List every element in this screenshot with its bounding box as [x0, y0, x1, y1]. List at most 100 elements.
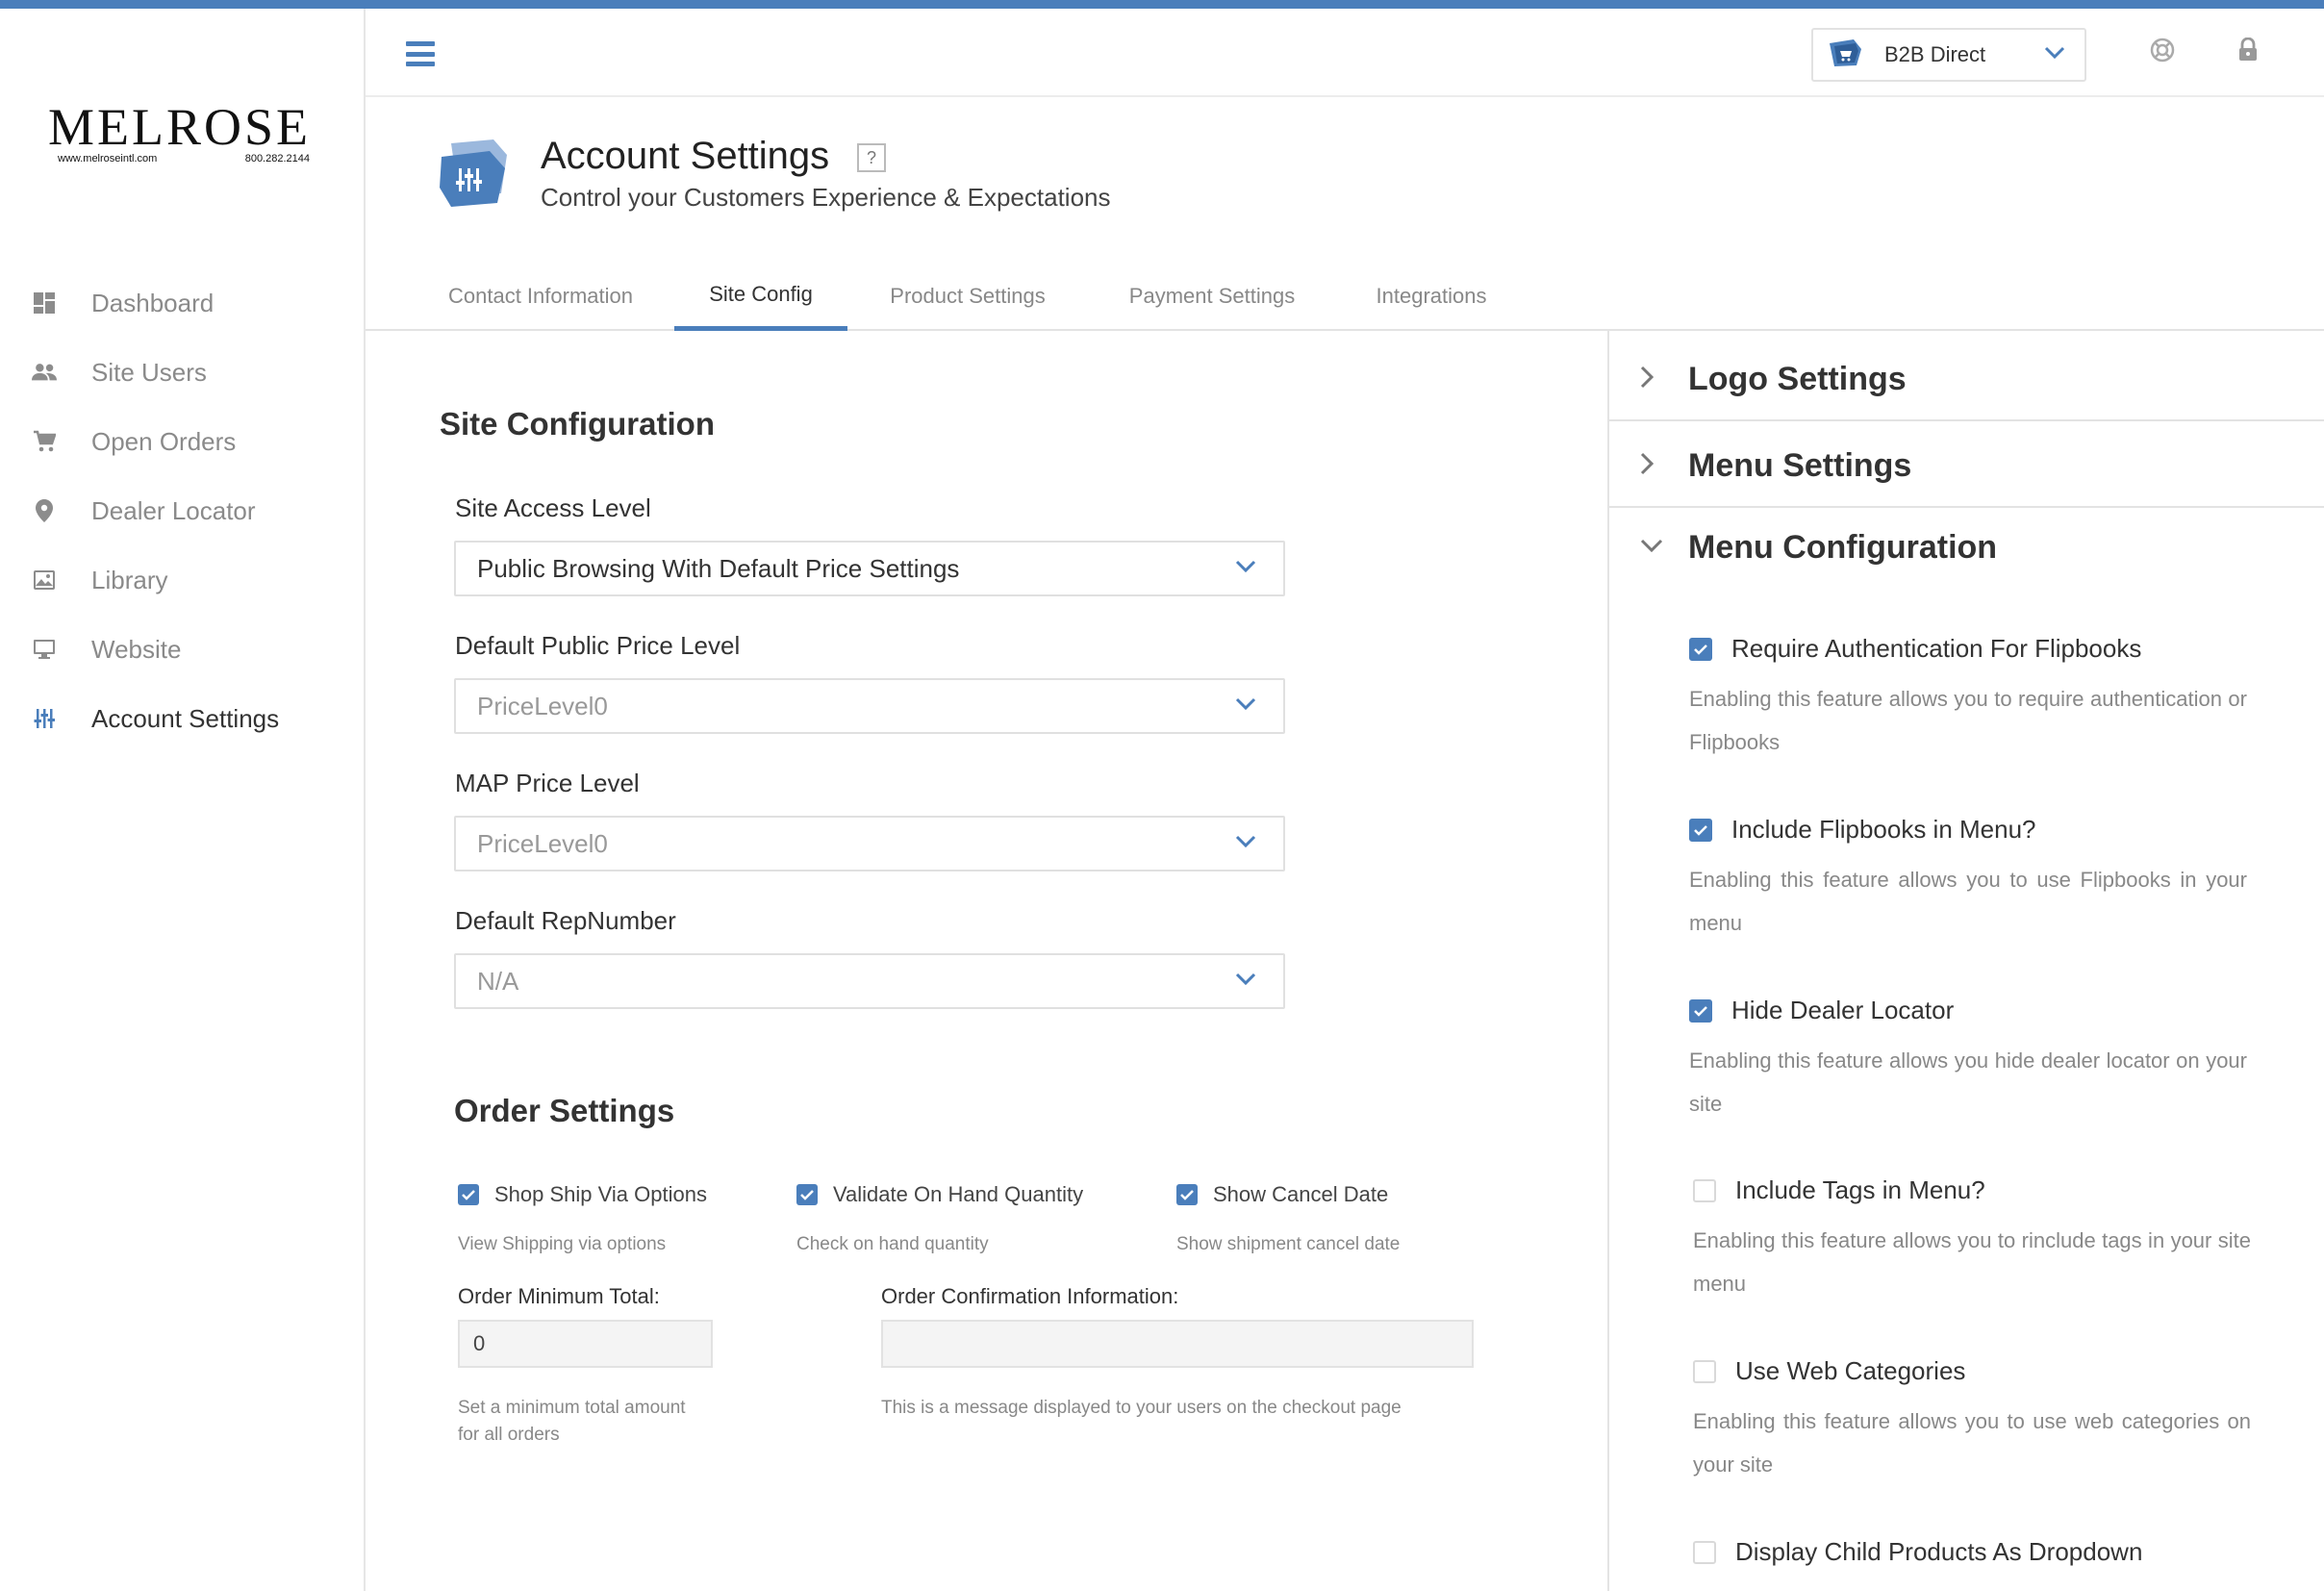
accordion-title: Menu Configuration [1688, 528, 1998, 566]
store-selector-value: B2B Direct [1884, 42, 1986, 66]
page-title: Account Settings [541, 135, 830, 177]
option-include-flipbooks-menu: Include Flipbooks in Menu? Enabling this… [1689, 815, 2247, 945]
tab-contact-information[interactable]: Contact Information [442, 262, 639, 331]
cart-icon [32, 429, 57, 454]
lock-icon[interactable] [2237, 37, 2259, 67]
checkbox-checked-icon [796, 1184, 818, 1205]
include-tags-menu-checkbox[interactable]: Include Tags in Menu? [1693, 1175, 2251, 1205]
top-accent-stripe [0, 0, 2324, 9]
checkbox-label: Show Cancel Date [1213, 1182, 1389, 1206]
sidebar-item-label: Library [91, 565, 168, 594]
use-web-categories-checkbox[interactable]: Use Web Categories [1693, 1356, 2251, 1386]
select-value: Public Browsing With Default Price Setti… [477, 553, 960, 583]
store-selector-dropdown[interactable]: B2B Direct [1811, 28, 2086, 82]
order-minimum-total-description: Set a minimum total amount for all order… [458, 1395, 686, 1449]
sidebar-item-dealer-locator[interactable]: Dealer Locator [0, 476, 364, 545]
include-flipbooks-menu-checkbox[interactable]: Include Flipbooks in Menu? [1689, 815, 2247, 845]
option-label: Display Child Products As Dropdown [1735, 1537, 2143, 1566]
tab-product-settings[interactable]: Product Settings [885, 262, 1050, 331]
show-cancel-date-description: Show shipment cancel date [1176, 1234, 1401, 1254]
site-access-level-label: Site Access Level [455, 493, 651, 522]
sidebar-item-label: Open Orders [91, 426, 237, 456]
display-child-products-dropdown-checkbox[interactable]: Display Child Products As Dropdown [1693, 1537, 2251, 1567]
hide-dealer-locator-checkbox[interactable]: Hide Dealer Locator [1689, 996, 2247, 1025]
option-label: Include Tags in Menu? [1735, 1175, 1985, 1204]
logo-website: www.melroseintl.com [58, 153, 158, 164]
sidebar-item-account-settings[interactable]: Account Settings [0, 684, 364, 753]
storefront-tag-icon [1827, 38, 1865, 73]
default-public-price-level-select[interactable]: PriceLevel0 [454, 678, 1285, 734]
option-use-web-categories: Use Web Categories Enabling this feature… [1693, 1356, 2251, 1486]
order-minimum-total-input[interactable]: 0 [458, 1320, 713, 1368]
accordion-title: Logo Settings [1688, 360, 1907, 397]
logo-wordmark: MELROSE [48, 98, 312, 156]
option-label: Include Flipbooks in Menu? [1731, 815, 2036, 844]
order-confirmation-input[interactable] [881, 1320, 1474, 1368]
users-icon [32, 360, 57, 385]
default-repnumber-select[interactable]: N/A [454, 953, 1285, 1009]
sidebar-item-dashboard[interactable]: Dashboard [0, 268, 364, 338]
menu-configuration-accordion[interactable]: Menu Configuration [1609, 528, 2324, 567]
chevron-down-icon [1640, 539, 1663, 557]
sidebar-item-website[interactable]: Website [0, 615, 364, 684]
option-include-tags-menu: Include Tags in Menu? Enabling this feat… [1693, 1175, 2251, 1305]
description-line: for all orders [458, 1425, 560, 1445]
sidebar-item-label: Dealer Locator [91, 495, 256, 525]
sidebar-item-label: Account Settings [91, 703, 280, 733]
option-label: Require Authentication For Flipbooks [1731, 634, 2142, 663]
checkbox-unchecked-icon [1693, 1178, 1716, 1202]
validate-on-hand-checkbox[interactable]: Validate On Hand Quantity [796, 1182, 1083, 1207]
require-auth-flipbooks-checkbox[interactable]: Require Authentication For Flipbooks [1689, 634, 2247, 664]
site-access-level-select[interactable]: Public Browsing With Default Price Setti… [454, 541, 1285, 596]
show-cancel-date-checkbox[interactable]: Show Cancel Date [1176, 1182, 1388, 1207]
sidebar-item-open-orders[interactable]: Open Orders [0, 407, 364, 476]
validate-on-hand-description: Check on hand quantity [796, 1234, 989, 1254]
sidebar-item-label: Website [91, 634, 182, 664]
checkbox-checked-icon [1689, 818, 1712, 842]
map-price-level-select[interactable]: PriceLevel0 [454, 816, 1285, 871]
account-settings-page-icon [438, 138, 511, 214]
option-description: Enabling this feature allows you to use … [1693, 1409, 2251, 1477]
divider [1609, 419, 2324, 421]
accordion-title: Menu Settings [1688, 446, 1912, 484]
logo-settings-accordion[interactable]: Logo Settings [1609, 360, 2324, 398]
tab-payment-settings[interactable]: Payment Settings [1125, 262, 1299, 331]
monitor-icon [32, 637, 57, 662]
location-pin-icon [32, 498, 57, 523]
logo-phone: 800.282.2144 [244, 153, 310, 164]
default-public-price-level-label: Default Public Price Level [455, 631, 741, 660]
sidebar-item-label: Site Users [91, 357, 207, 387]
checkbox-checked-icon [458, 1184, 479, 1205]
menu-settings-accordion[interactable]: Menu Settings [1609, 446, 2324, 485]
option-description: Enabling this feature allows you to requ… [1689, 687, 2247, 754]
option-description: Enabling this feature allows you hide de… [1689, 1048, 2247, 1116]
select-value: PriceLevel0 [477, 691, 608, 720]
checkbox-label: Shop Ship Via Options [494, 1182, 707, 1206]
shop-ship-via-checkbox[interactable]: Shop Ship Via Options [458, 1182, 707, 1207]
settings-tabs: Contact Information Site Config Product … [366, 262, 2324, 331]
top-bar: B2B Direct [366, 9, 2324, 97]
divider [1609, 506, 2324, 508]
description-line: Set a minimum total amount [458, 1398, 686, 1418]
support-globe-icon[interactable] [2150, 38, 2175, 67]
menu-toggle-icon[interactable] [406, 41, 435, 66]
shop-ship-via-description: View Shipping via options [458, 1234, 667, 1254]
help-button[interactable]: ? [857, 143, 886, 172]
checkbox-checked-icon [1689, 998, 1712, 1023]
checkbox-checked-icon [1176, 1184, 1198, 1205]
chevron-down-icon [1235, 560, 1256, 578]
page-subtitle: Control your Customers Experience & Expe… [541, 183, 1111, 212]
sidebar-item-library[interactable]: Library [0, 545, 364, 615]
sidebar-item-site-users[interactable]: Site Users [0, 338, 364, 407]
chevron-down-icon [2044, 46, 2065, 64]
order-settings-heading: Order Settings [454, 1093, 675, 1128]
right-settings-panel: Logo Settings Menu Settings Menu Configu… [1607, 331, 2324, 1591]
option-label: Hide Dealer Locator [1731, 996, 1955, 1024]
checkbox-unchecked-icon [1693, 1540, 1716, 1564]
select-value: PriceLevel0 [477, 828, 608, 858]
tab-integrations[interactable]: Integrations [1372, 262, 1491, 331]
option-description: Enabling this feature allows you to use … [1689, 868, 2247, 935]
chevron-down-icon [1235, 972, 1256, 991]
tab-site-config[interactable]: Site Config [674, 262, 847, 331]
melrose-logo[interactable]: MELROSE www.melroseintl.com 800.282.2144 [48, 101, 327, 178]
